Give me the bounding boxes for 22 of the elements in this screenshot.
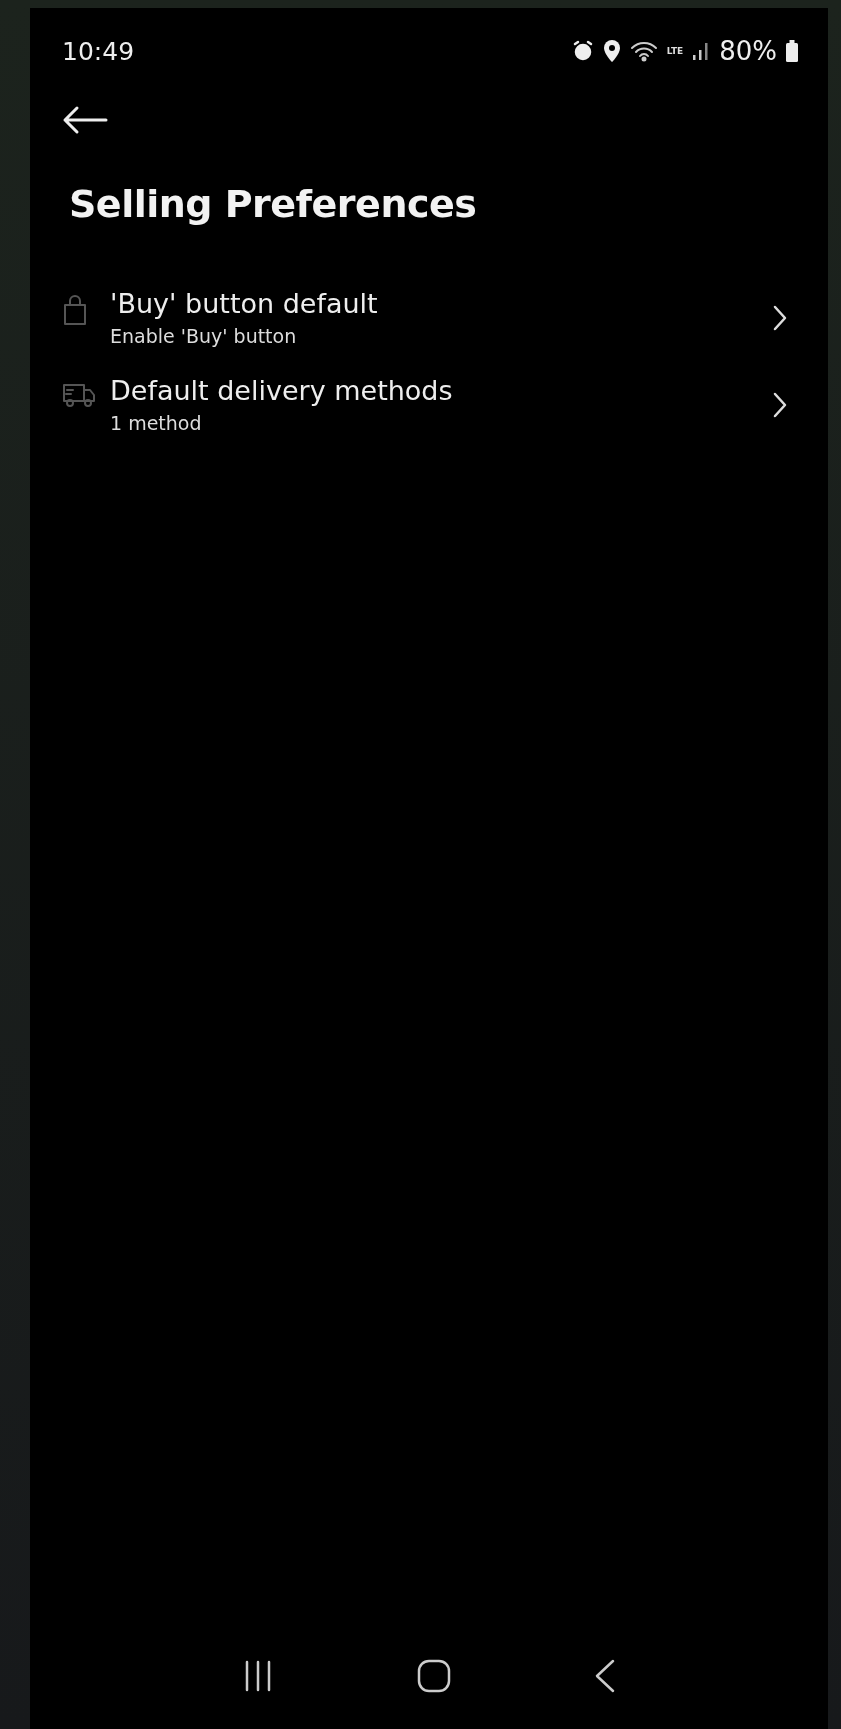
network-type-label: LTE <box>666 46 684 56</box>
row-subtitle: Enable 'Buy' button <box>110 325 298 347</box>
battery-icon <box>786 40 798 62</box>
back-icon[interactable] <box>594 1659 617 1693</box>
signal-bars-icon <box>692 41 711 61</box>
row-title: Default delivery methods <box>110 375 454 406</box>
status-time: 10:49 <box>62 36 135 66</box>
home-icon[interactable] <box>417 1659 451 1693</box>
row-subtitle: 1 method <box>110 412 203 434</box>
battery-percentage: 80% <box>719 36 777 66</box>
back-arrow-icon <box>62 105 108 135</box>
settings-row[interactable]: Default delivery methods 1 method <box>30 375 828 434</box>
row-title: 'Buy' button default <box>110 288 379 319</box>
chevron-right-icon <box>772 390 788 419</box>
location-pin-icon <box>602 39 621 63</box>
shopping-bag-icon <box>62 294 88 326</box>
page-title: Selling Preferences <box>69 182 478 226</box>
alarm-clock-icon <box>571 40 594 62</box>
wifi-icon <box>629 40 658 62</box>
chevron-right-icon <box>772 303 788 332</box>
delivery-van-icon <box>62 381 96 409</box>
settings-row[interactable]: 'Buy' button default Enable 'Buy' button <box>30 288 828 347</box>
